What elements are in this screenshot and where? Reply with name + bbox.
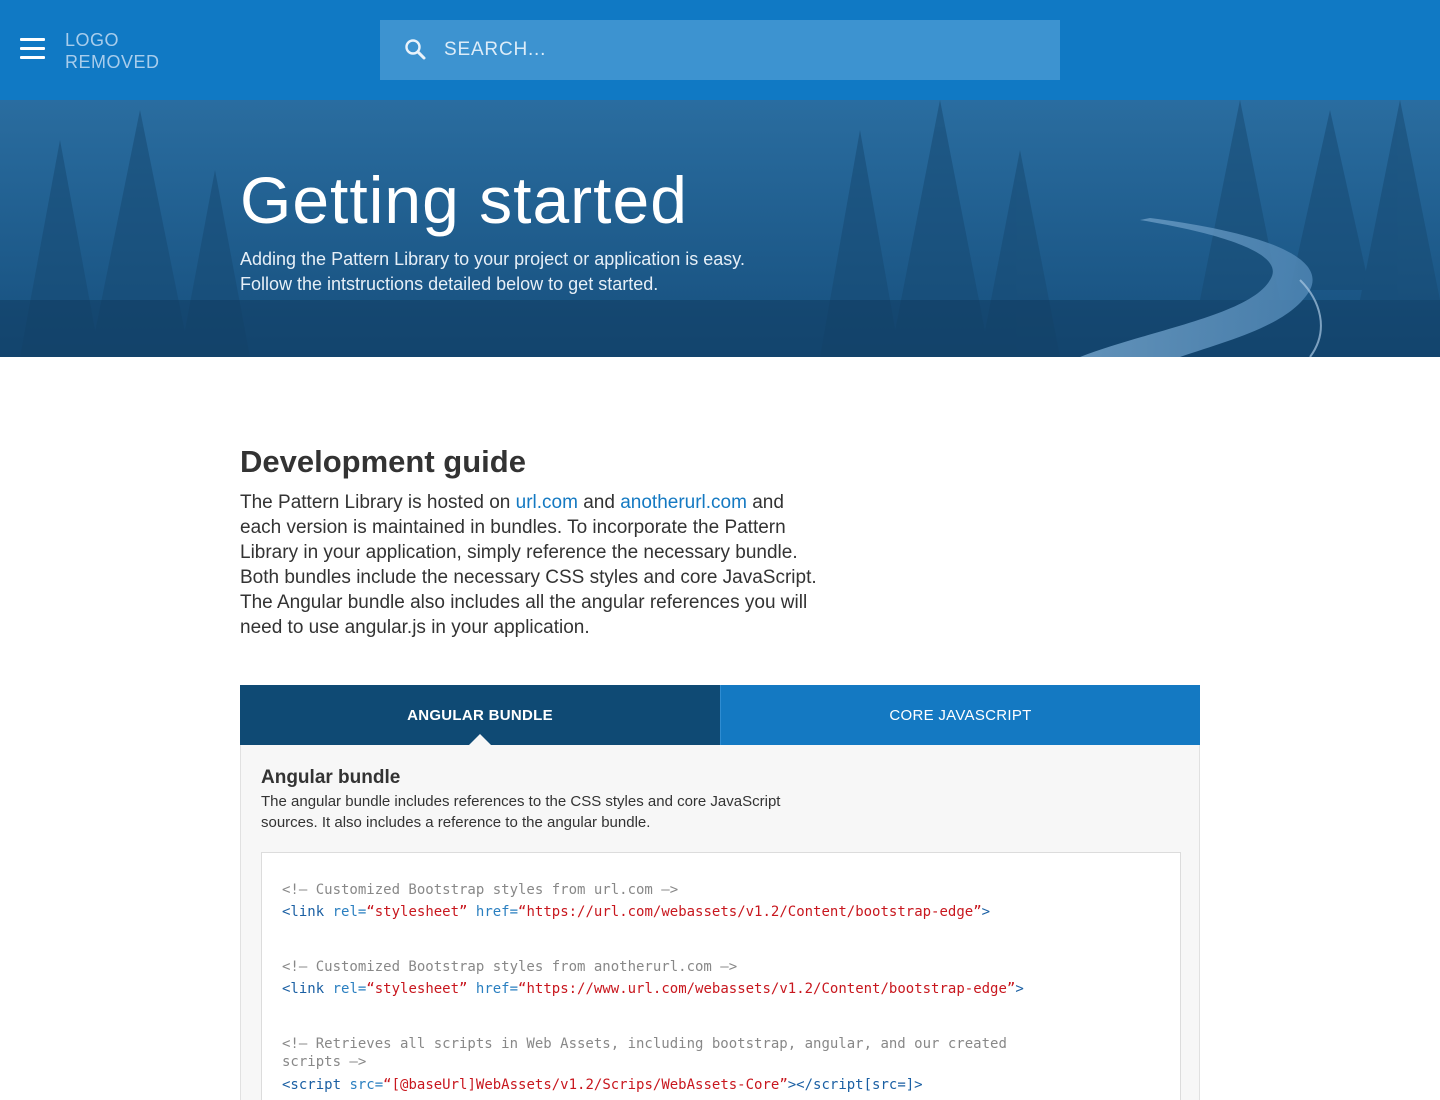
code-attr: rel= <box>324 981 367 997</box>
code-tag: <script <box>282 1077 342 1093</box>
code-attr: href= <box>467 904 519 920</box>
url-link[interactable]: url.com <box>516 492 578 513</box>
code-attr: rel= <box>324 904 367 920</box>
panel-title: Angular bundle <box>261 767 401 788</box>
anotherurl-link[interactable]: anotherurl.com <box>620 492 747 513</box>
section-title: Development guide <box>240 444 526 479</box>
tab-panel: Angular bundle The angular bundle includ… <box>240 745 1200 1100</box>
code-string: “stylesheet” <box>366 981 468 997</box>
logo-line-2: REMOVED <box>65 52 160 72</box>
bundle-tabs: ANGULAR BUNDLE CORE JAVASCRIPT <box>240 685 1200 745</box>
section-body: The Pattern Library is hosted on url.com… <box>240 490 820 640</box>
tab-angular-bundle[interactable]: ANGULAR BUNDLE <box>240 685 720 745</box>
code-line: <link rel=“stylesheet” href=“https://www… <box>282 980 1024 998</box>
code-string: “stylesheet” <box>366 904 468 920</box>
active-tab-caret <box>469 734 491 745</box>
page-title: Getting started <box>240 163 688 237</box>
panel-description-line-2: sources. It also includes a reference to… <box>261 814 651 831</box>
code-tag: <link <box>282 904 325 920</box>
hero-subtitle-line-2: Follow the intstructions detailed below … <box>240 274 659 294</box>
code-attr: href= <box>467 981 519 997</box>
panel-description-line-1: The angular bundle includes references t… <box>261 793 781 810</box>
code-tag: > <box>981 904 991 920</box>
search-icon[interactable] <box>402 36 430 64</box>
hamburger-menu-icon[interactable] <box>20 38 45 60</box>
hero-subtitle-line-1: Adding the Pattern Library to your proje… <box>240 249 745 269</box>
code-comment: <!— Retrieves all scripts in Web Assets,… <box>282 1036 1007 1052</box>
top-navigation-bar: LOGO REMOVED <box>0 0 1440 100</box>
code-string: “https://www.url.com/webassets/v1.2/Cont… <box>518 981 1016 997</box>
tab-core-javascript[interactable]: CORE JAVASCRIPT <box>720 685 1200 745</box>
code-tag: > <box>1015 981 1024 997</box>
code-string: “https://url.com/webassets/v1.2/Content/… <box>518 904 982 920</box>
forest-road-background <box>0 100 1440 357</box>
tab-label: CORE JAVASCRIPT <box>889 706 1032 724</box>
code-comment: <!— Customized Bootstrap styles from ano… <box>282 959 738 975</box>
code-string: “[@baseUrl]WebAssets/v1.2/Scrips/WebAsse… <box>383 1077 788 1093</box>
code-attr: src= <box>341 1077 384 1093</box>
panel-description: The angular bundle includes references t… <box>261 791 861 833</box>
body-text-rest: and each version is maintained in bundle… <box>240 492 817 638</box>
tab-label: ANGULAR BUNDLE <box>407 706 553 724</box>
body-text-and: and <box>577 492 621 513</box>
code-comment: <!— Customized Bootstrap styles from url… <box>282 882 679 898</box>
code-line: <link rel=“stylesheet” href=“https://url… <box>282 903 990 921</box>
search-bar <box>380 20 1060 80</box>
code-tag: ></script[src=]> <box>787 1077 923 1093</box>
body-text-start: The Pattern Library is hosted on <box>240 492 516 513</box>
search-input[interactable] <box>444 30 1024 70</box>
hero-banner: Getting started Adding the Pattern Libra… <box>0 100 1440 357</box>
logo[interactable]: LOGO REMOVED <box>65 29 160 73</box>
code-block[interactable]: <!— Customized Bootstrap styles from url… <box>261 852 1181 1100</box>
logo-line-1: LOGO <box>65 30 120 50</box>
code-tag: <link <box>282 981 325 997</box>
hero-subtitle: Adding the Pattern Library to your proje… <box>240 247 840 297</box>
code-comment: scripts —> <box>282 1054 367 1070</box>
code-line: <script src=“[@baseUrl]WebAssets/v1.2/Sc… <box>282 1076 923 1094</box>
